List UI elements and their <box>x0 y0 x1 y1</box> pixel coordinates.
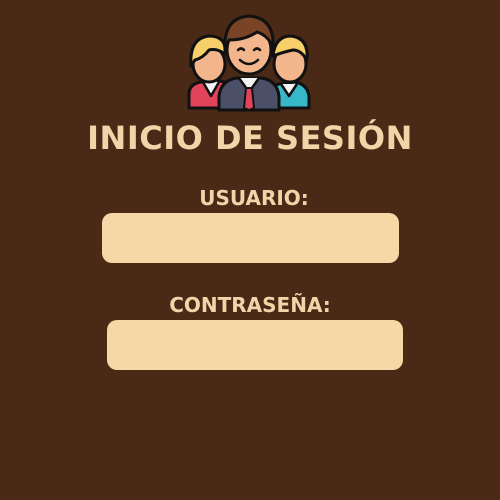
password-input[interactable] <box>107 320 403 370</box>
page-title: INICIO DE SESIÓN <box>87 119 413 157</box>
users-group-icon <box>187 14 311 112</box>
username-input[interactable] <box>102 213 399 263</box>
password-label: CONTRASEÑA: <box>169 293 331 317</box>
username-label: USUARIO: <box>199 186 309 210</box>
login-screen: INICIO DE SESIÓN USUARIO: CONTRASEÑA: <box>0 0 500 500</box>
